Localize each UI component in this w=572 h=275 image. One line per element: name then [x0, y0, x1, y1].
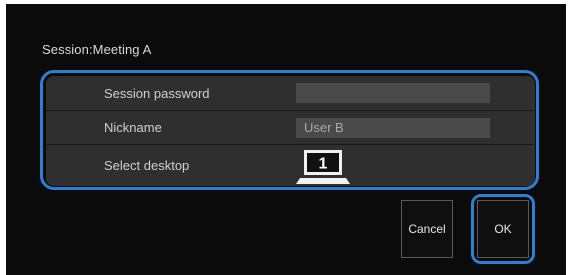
ok-button[interactable]: OK: [477, 200, 529, 258]
nickname-label: Nickname: [104, 120, 162, 135]
nickname-row: Nickname: [46, 111, 535, 145]
session-title: Session:Meeting A: [42, 42, 152, 57]
desktop-number: 1: [319, 156, 328, 173]
session-settings-panel: Session password Nickname Select desktop…: [46, 76, 535, 186]
password-field[interactable]: [296, 83, 490, 103]
desktop-row: Select desktop 1: [46, 145, 535, 186]
monitor-icon: 1: [296, 150, 350, 184]
session-dialog: Session:Meeting A Session password Nickn…: [6, 4, 566, 275]
nickname-field[interactable]: [296, 117, 490, 138]
password-label: Session password: [104, 85, 210, 101]
cancel-button[interactable]: Cancel: [401, 200, 453, 258]
password-row: Session password: [46, 76, 535, 111]
desktop-1-button[interactable]: 1: [296, 149, 358, 185]
desktop-label: Select desktop: [104, 158, 190, 173]
